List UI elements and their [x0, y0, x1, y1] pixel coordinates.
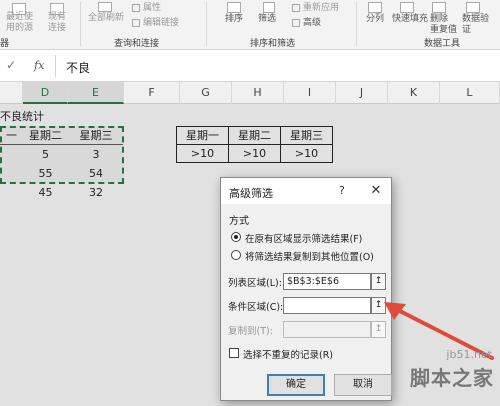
dialog-title: 高级筛选 — [229, 187, 273, 200]
properties-button[interactable]: 属性 — [143, 3, 161, 14]
refresh-all-button[interactable]: 全部刷新 — [88, 13, 124, 24]
formula-input[interactable]: 不良 — [66, 59, 90, 76]
advanced-filter-dialog: 高级筛选 ? ✕ 方式 在原有区域显示筛选结果(F) 将筛选结果复制到其他位置(… — [220, 177, 392, 401]
flash-fill-icon — [400, 2, 414, 13]
cancel-button[interactable]: 取消 — [334, 374, 392, 396]
edit-links-button[interactable]: 编辑链接 — [143, 18, 179, 29]
source-data-cell[interactable]: 54 — [68, 164, 124, 183]
criteria-value-cell[interactable]: >10 — [228, 144, 281, 163]
list-range-input[interactable]: $B$3:$E$6 — [283, 273, 371, 290]
column-header-k[interactable]: K — [388, 82, 440, 104]
column-header-l[interactable]: L — [440, 82, 500, 104]
column-header-j[interactable]: J — [336, 82, 388, 104]
criteria-value-cell[interactable]: >10 — [280, 144, 333, 163]
source-data-cell[interactable] — [0, 145, 23, 164]
group-get-data-label: 器 — [0, 39, 10, 49]
copy-to-label: 复制到(T): — [228, 326, 273, 337]
unique-records-label: 选择不重复的记录(R) — [243, 350, 334, 361]
text-to-columns-icon — [368, 2, 382, 13]
group-queries-label: 查询和连接 — [114, 39, 160, 49]
filter-icon — [263, 2, 275, 13]
sort-button[interactable]: 排序 — [225, 14, 243, 25]
list-range-collapse-icon[interactable]: ↥ — [371, 273, 386, 290]
source-data-cell[interactable] — [0, 183, 23, 202]
existing-connections-button[interactable]: 现有 连接 — [48, 12, 66, 34]
criteria-header-cell[interactable]: 星期三 — [280, 126, 333, 145]
source-data-cell[interactable]: 55 — [23, 164, 68, 183]
group-data-tools-label: 数据工具 — [424, 39, 461, 49]
source-data-cell[interactable]: 5 — [23, 145, 68, 164]
watermark: jb51.net 脚本之家 — [406, 348, 498, 404]
criteria-range-label: 条件区域(C): — [228, 302, 284, 313]
edit-links-icon — [132, 19, 140, 27]
criteria-range-input[interactable] — [283, 297, 371, 314]
reapply-icon — [292, 4, 300, 12]
column-header-g[interactable]: G — [180, 82, 232, 104]
radio-copy-to-label: 将筛选结果复制到其他位置(O) — [245, 252, 374, 263]
ribbon-separator — [206, 2, 207, 46]
radio-copy-to-dot[interactable] — [231, 250, 241, 260]
column-header-e[interactable]: E — [68, 82, 124, 104]
source-header-cell[interactable]: 一 — [0, 126, 23, 145]
remove-duplicates-icon — [432, 2, 446, 13]
column-header-f[interactable]: F — [124, 82, 180, 104]
unique-records-checkbox[interactable] — [229, 348, 239, 358]
watermark-brand: 脚本之家 — [410, 366, 494, 390]
flash-fill-button[interactable]: 快速填充 — [392, 14, 428, 25]
source-data-cell[interactable]: 32 — [68, 183, 124, 202]
sort-icon — [227, 2, 241, 13]
criteria-value-cell[interactable]: >10 — [176, 144, 229, 163]
ribbon: 最近使 用的源 现有 连接 器 全部刷新 属性 编辑链接 查询和连接 排序 筛选… — [0, 0, 500, 50]
data-validation-icon — [466, 2, 480, 13]
text-to-columns-button[interactable]: 分列 — [366, 14, 384, 25]
recent-sources-button[interactable]: 最近使 用的源 — [6, 12, 33, 34]
formula-bar: ✓ fx 不良 — [0, 50, 500, 82]
mode-section-label: 方式 — [229, 216, 249, 227]
copy-to-input — [283, 321, 371, 338]
criteria-header-cell[interactable]: 星期二 — [228, 126, 281, 145]
ok-button[interactable]: 确定 — [267, 374, 325, 396]
properties-icon — [132, 4, 140, 12]
column-header-d[interactable]: D — [23, 82, 68, 104]
sheet-title-cell[interactable]: 不良统计 — [0, 107, 90, 126]
filter-button[interactable]: 筛选 — [258, 14, 276, 25]
column-header-row: DEFGHIJKL — [0, 82, 500, 104]
ribbon-separator — [356, 2, 357, 46]
ribbon-separator — [80, 2, 81, 46]
help-button[interactable]: ? — [339, 184, 345, 197]
column-header-h[interactable]: H — [232, 82, 284, 104]
remove-duplicates-button[interactable]: 删除 重复值 — [430, 14, 457, 36]
criteria-header-cell[interactable]: 星期一 — [176, 126, 229, 145]
advanced-filter-button[interactable]: 高级 — [303, 18, 321, 29]
reapply-button[interactable]: 重新应用 — [303, 3, 339, 14]
data-validation-button[interactable]: 数据验 证 — [462, 14, 489, 36]
source-data-cell[interactable]: 3 — [68, 145, 124, 164]
list-range-label: 列表区域(L): — [228, 278, 282, 289]
source-data-cell[interactable]: 45 — [23, 183, 68, 202]
advanced-filter-icon — [292, 19, 300, 27]
radio-in-place-dot[interactable] — [231, 232, 241, 242]
watermark-site: jb51.net — [446, 348, 492, 361]
group-sort-filter-label: 排序和筛选 — [250, 39, 296, 49]
radio-in-place-label: 在原有区域显示筛选结果(F) — [245, 234, 363, 245]
refresh-all-icon — [98, 2, 112, 12]
column-header-c[interactable] — [0, 82, 23, 104]
insert-function-button[interactable]: fx — [34, 59, 44, 72]
criteria-range-collapse-icon[interactable]: ↥ — [371, 297, 386, 314]
column-header-i[interactable]: I — [284, 82, 336, 104]
source-header-cell[interactable]: 星期二 — [23, 126, 68, 145]
copy-to-collapse-icon: ↥ — [371, 321, 386, 338]
enter-check-icon[interactable]: ✓ — [6, 58, 16, 72]
dialog-titlebar[interactable]: 高级筛选 ? ✕ — [221, 178, 391, 204]
close-button[interactable]: ✕ — [367, 182, 385, 200]
source-data-cell[interactable] — [0, 164, 23, 183]
source-header-cell[interactable]: 星期三 — [68, 126, 124, 145]
formula-divider — [55, 55, 56, 77]
